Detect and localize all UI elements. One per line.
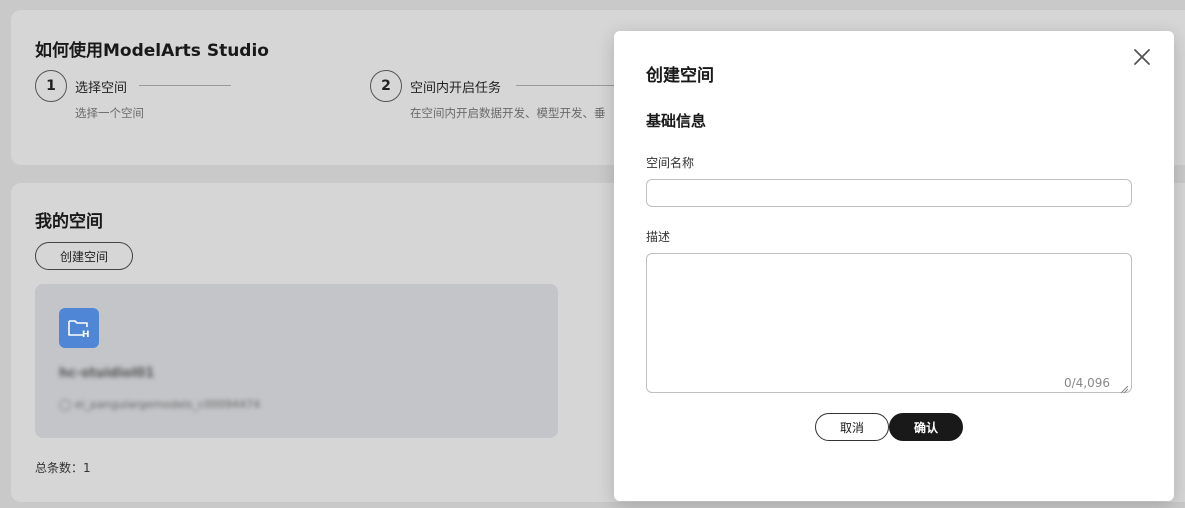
space-owner: ◯ ei_pangulargemodels_c00094474: [59, 398, 260, 411]
resize-handle-icon[interactable]: [1120, 379, 1129, 394]
step-2-desc: 在空间内开启数据开发、模型开发、垂: [410, 106, 606, 120]
step-1-title: 选择空间: [75, 81, 128, 96]
confirm-button[interactable]: 确认: [889, 413, 963, 441]
my-spaces-title: 我的空间: [35, 212, 103, 232]
space-owner-text: ei_pangulargemodels_c00094474: [74, 398, 261, 411]
step-1-desc: 选择一个空间: [75, 106, 144, 120]
space-name-input[interactable]: [646, 179, 1132, 207]
create-space-button[interactable]: 创建空间: [35, 242, 133, 270]
space-tile[interactable]: H hc-stuidiol01 ◯ ei_pangulargemodels_c0…: [35, 284, 558, 438]
step-1-connector: [139, 85, 231, 86]
guide-title: 如何使用ModelArts Studio: [35, 41, 269, 61]
folder-h-icon: H: [59, 308, 99, 348]
step-2-number: 2: [370, 70, 402, 102]
space-name: hc-stuidiol01: [59, 366, 155, 381]
cancel-button[interactable]: 取消: [815, 413, 889, 441]
create-space-dialog: 创建空间 基础信息 空间名称 描述 0/4,096 取消 确认: [614, 31, 1174, 501]
space-name-label: 空间名称: [646, 156, 695, 170]
dialog-title: 创建空间: [646, 66, 714, 86]
description-label: 描述: [646, 230, 671, 244]
step-2-connector: [516, 85, 616, 86]
step-1-number: 1: [35, 70, 67, 102]
char-counter: 0/4,096: [1064, 376, 1111, 390]
svg-text:H: H: [82, 330, 90, 339]
close-icon[interactable]: [1132, 47, 1152, 67]
user-icon: ◯: [59, 398, 72, 411]
total-count: 总条数：1: [35, 461, 91, 475]
section-title-basic-info: 基础信息: [646, 112, 707, 130]
description-textarea[interactable]: [646, 253, 1132, 393]
step-2-title: 空间内开启任务: [410, 81, 502, 96]
